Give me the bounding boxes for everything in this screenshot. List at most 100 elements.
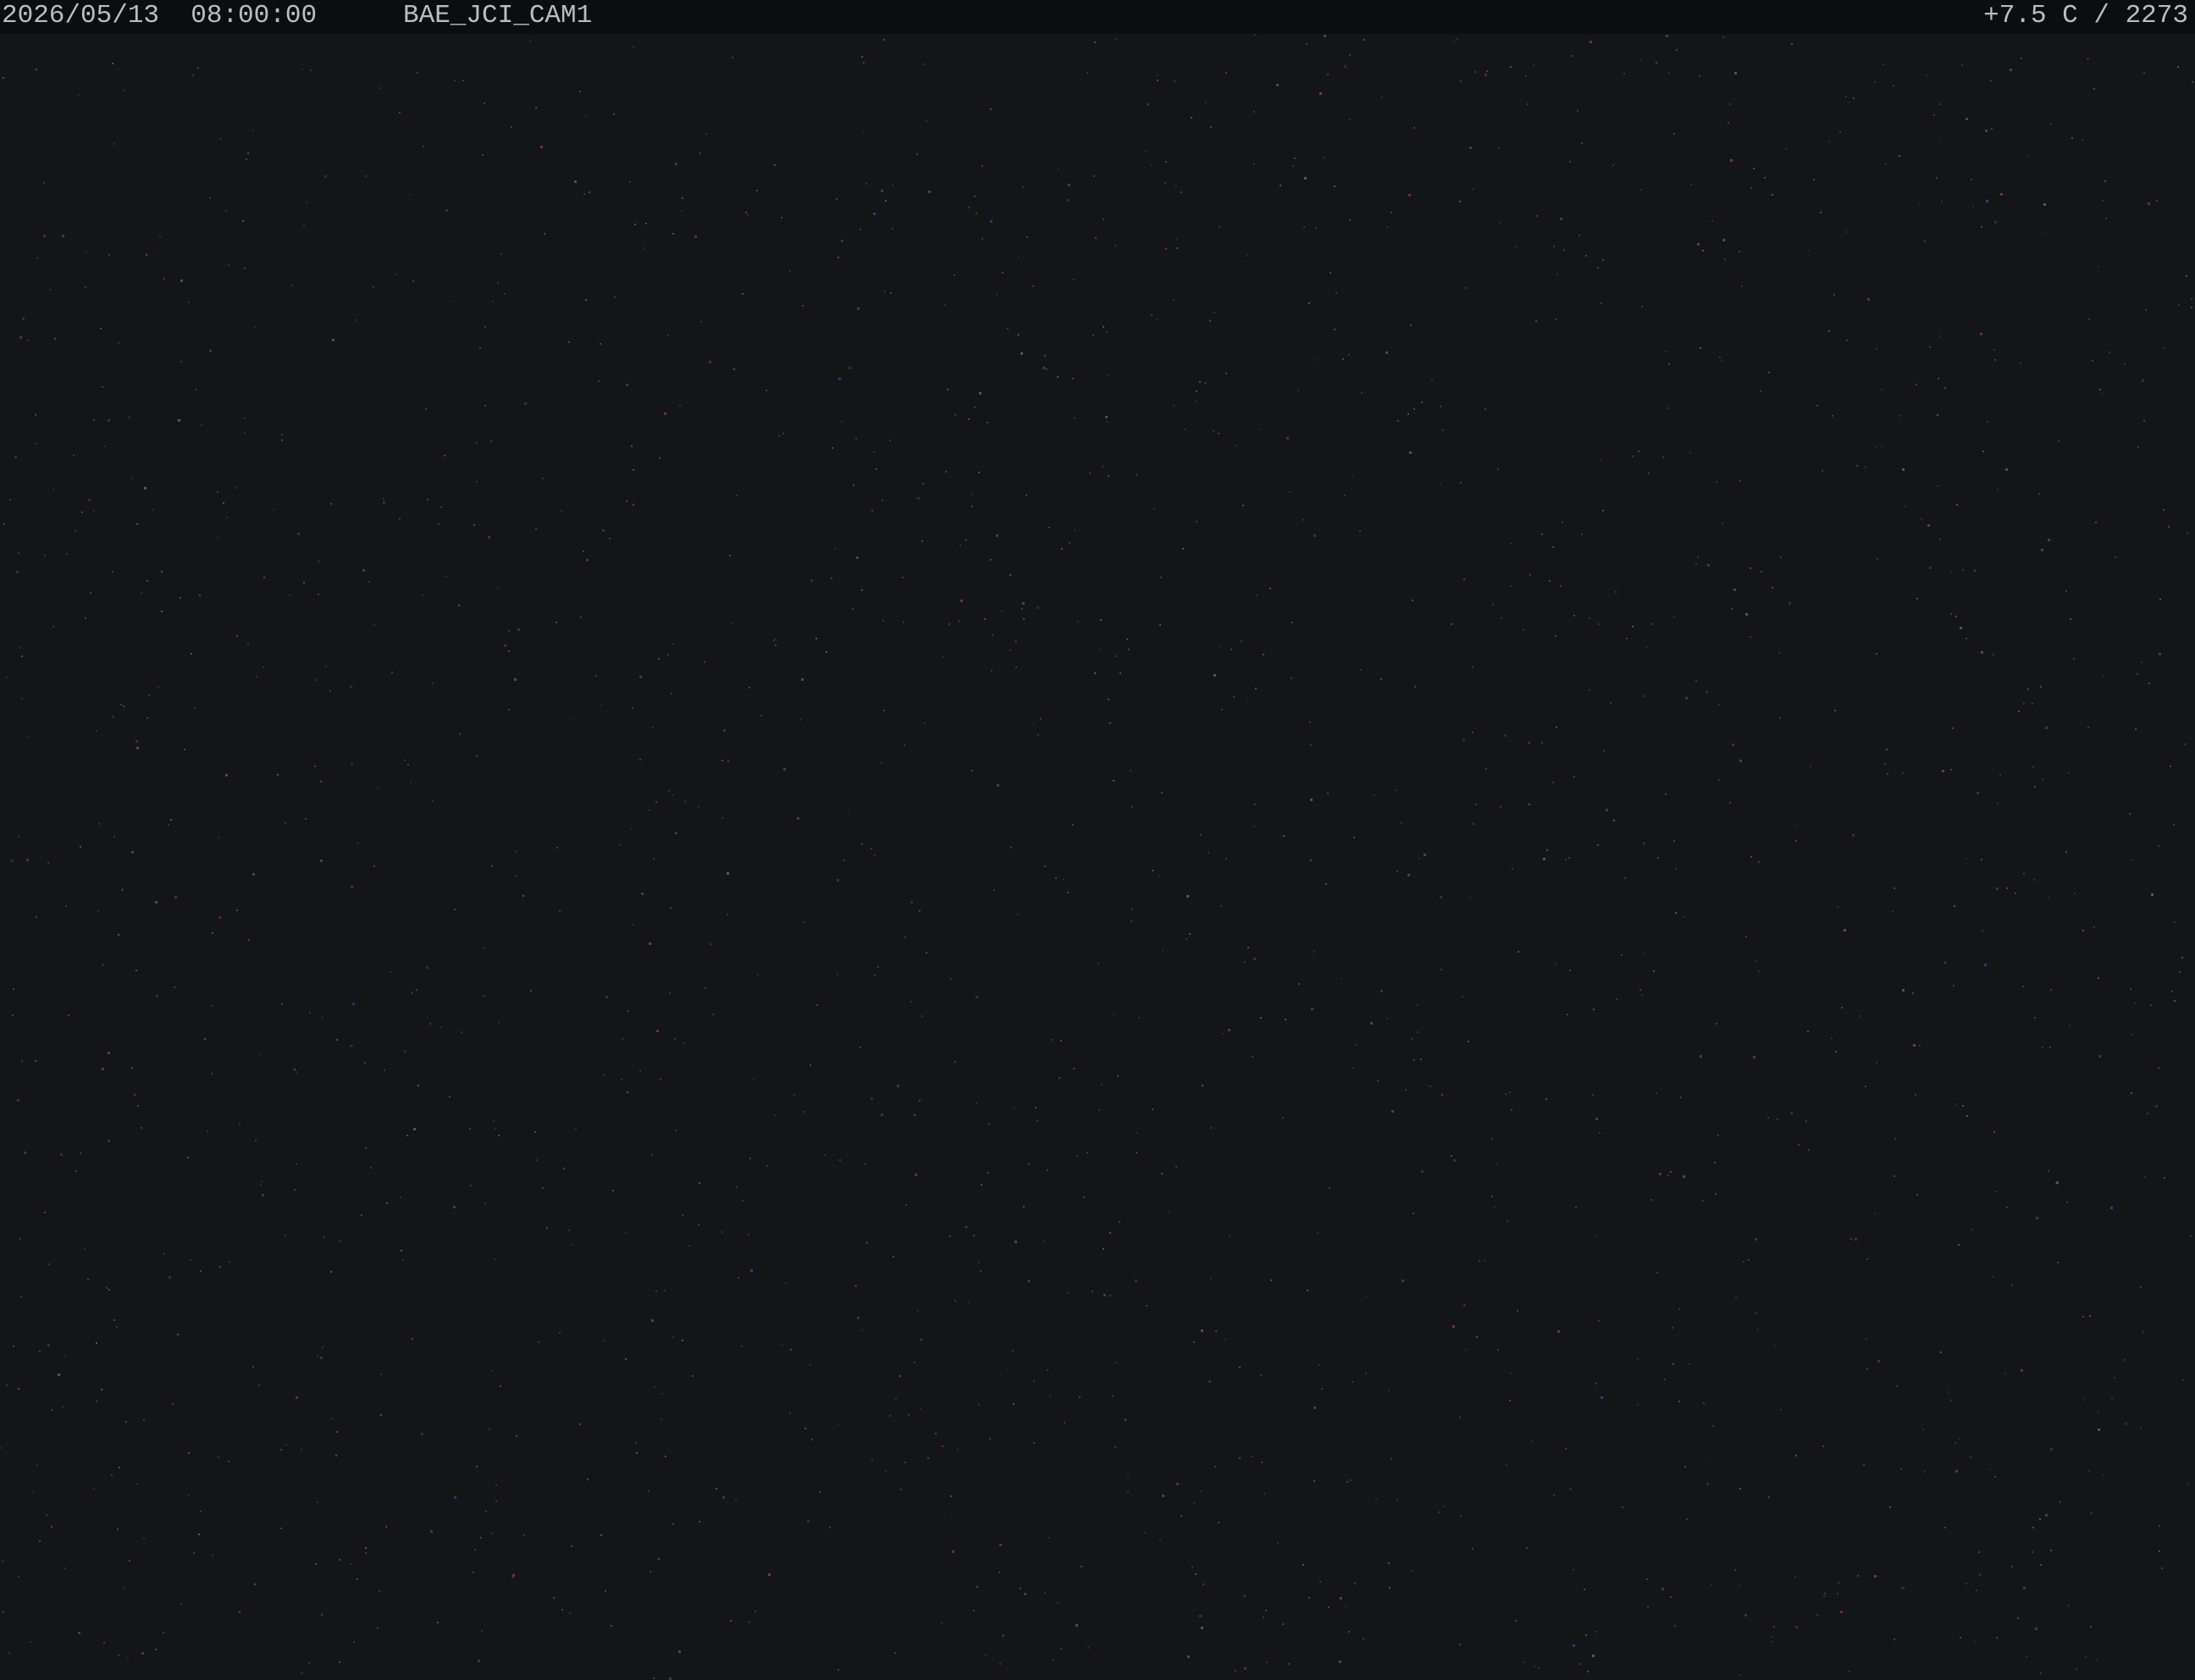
noise-pixel [263, 666, 264, 668]
noise-pixel [633, 504, 634, 506]
noise-pixel [1939, 335, 1941, 337]
noise-pixel [716, 1488, 717, 1489]
noise-pixel [1573, 776, 1575, 777]
noise-pixel [303, 582, 305, 583]
noise-pixel [1589, 689, 1590, 691]
noise-pixel [1072, 378, 1074, 379]
noise-pixel [262, 1194, 264, 1196]
noise-pixel [1069, 542, 1070, 544]
noise-pixel [361, 1214, 362, 1216]
noise-pixel [159, 236, 161, 238]
noise-pixel [980, 1270, 981, 1272]
noise-pixel [1997, 803, 1999, 804]
noise-pixel [336, 1431, 338, 1433]
noise-pixel [926, 952, 927, 953]
noise-pixel [113, 836, 115, 837]
noise-pixel [125, 1421, 127, 1423]
noise-pixel [1678, 1308, 1680, 1310]
noise-pixel [22, 318, 25, 320]
noise-pixel [1889, 1506, 1891, 1508]
noise-pixel [1999, 774, 2001, 776]
noise-pixel [628, 1010, 629, 1012]
noise-pixel [44, 555, 46, 556]
noise-pixel [1678, 1401, 1680, 1402]
noise-pixel [571, 1545, 572, 1547]
noise-pixel [570, 719, 572, 721]
noise-pixel [536, 1159, 538, 1161]
noise-pixel [498, 1135, 500, 1136]
noise-pixel [927, 1457, 929, 1459]
noise-pixel [710, 943, 711, 945]
noise-pixel [462, 80, 464, 81]
noise-pixel [440, 506, 442, 508]
noise-pixel [757, 974, 759, 975]
noise-pixel [1270, 1279, 1272, 1281]
noise-pixel [147, 717, 148, 719]
noise-pixel [1899, 155, 1900, 157]
noise-pixel [649, 810, 650, 811]
noise-pixel [500, 253, 502, 255]
noise-pixel [1485, 408, 1486, 410]
noise-pixel [2179, 971, 2181, 973]
noise-pixel [1089, 472, 1091, 474]
noise-pixel [1093, 175, 1095, 177]
noise-pixel [1942, 770, 1944, 772]
noise-pixel [700, 321, 702, 323]
noise-pixel [449, 1096, 451, 1097]
noise-pixel [1047, 1369, 1048, 1371]
noise-pixel [1335, 292, 1337, 294]
noise-pixel [318, 594, 319, 595]
noise-pixel [1877, 1360, 1880, 1362]
noise-pixel [810, 1364, 811, 1366]
noise-pixel [895, 1398, 897, 1400]
noise-pixel [631, 445, 633, 447]
noise-pixel [479, 347, 481, 349]
noise-pixel [1047, 1169, 1048, 1171]
noise-pixel [1219, 647, 1221, 649]
noise-pixel [242, 220, 244, 222]
noise-pixel [1772, 194, 1773, 196]
noise-pixel [641, 892, 644, 895]
noise-pixel [1523, 1661, 1525, 1663]
noise-pixel [671, 693, 672, 694]
noise-pixel [368, 581, 370, 583]
noise-pixel [1760, 390, 1761, 392]
noise-pixel [294, 1069, 296, 1070]
noise-pixel [973, 1610, 975, 1611]
noise-pixel [1855, 1238, 1857, 1241]
noise-pixel [1418, 858, 1420, 859]
noise-pixel [1026, 236, 1028, 238]
noise-pixel [1352, 476, 1353, 478]
noise-pixel [314, 765, 316, 767]
noise-pixel [1695, 680, 1697, 682]
noise-pixel [153, 247, 155, 249]
noise-pixel [1689, 452, 1691, 454]
noise-pixel [504, 293, 506, 295]
noise-pixel [1417, 1004, 1418, 1006]
noise-pixel [1330, 272, 1331, 274]
noise-pixel [218, 916, 221, 919]
noise-pixel [1496, 1163, 1497, 1165]
noise-pixel [454, 80, 456, 81]
noise-pixel [1533, 64, 1534, 66]
noise-pixel [1073, 1068, 1075, 1069]
noise-pixel [1214, 312, 1215, 313]
noise-pixel [2074, 892, 2076, 894]
noise-pixel [399, 518, 401, 520]
noise-pixel [2186, 275, 2187, 277]
noise-pixel [722, 817, 723, 819]
noise-pixel [1741, 285, 1743, 287]
noise-pixel [421, 1433, 423, 1435]
noise-pixel [2071, 137, 2073, 139]
noise-pixel [881, 190, 883, 192]
noise-pixel [1892, 910, 1894, 912]
noise-pixel [749, 1622, 750, 1623]
noise-pixel [1768, 372, 1770, 373]
noise-pixel [1476, 1336, 1478, 1338]
noise-pixel [1902, 772, 1904, 774]
noise-pixel [2068, 1605, 2070, 1606]
noise-pixel [837, 974, 838, 975]
noise-pixel [774, 638, 776, 640]
noise-pixel [881, 762, 882, 764]
noise-pixel [974, 406, 976, 408]
